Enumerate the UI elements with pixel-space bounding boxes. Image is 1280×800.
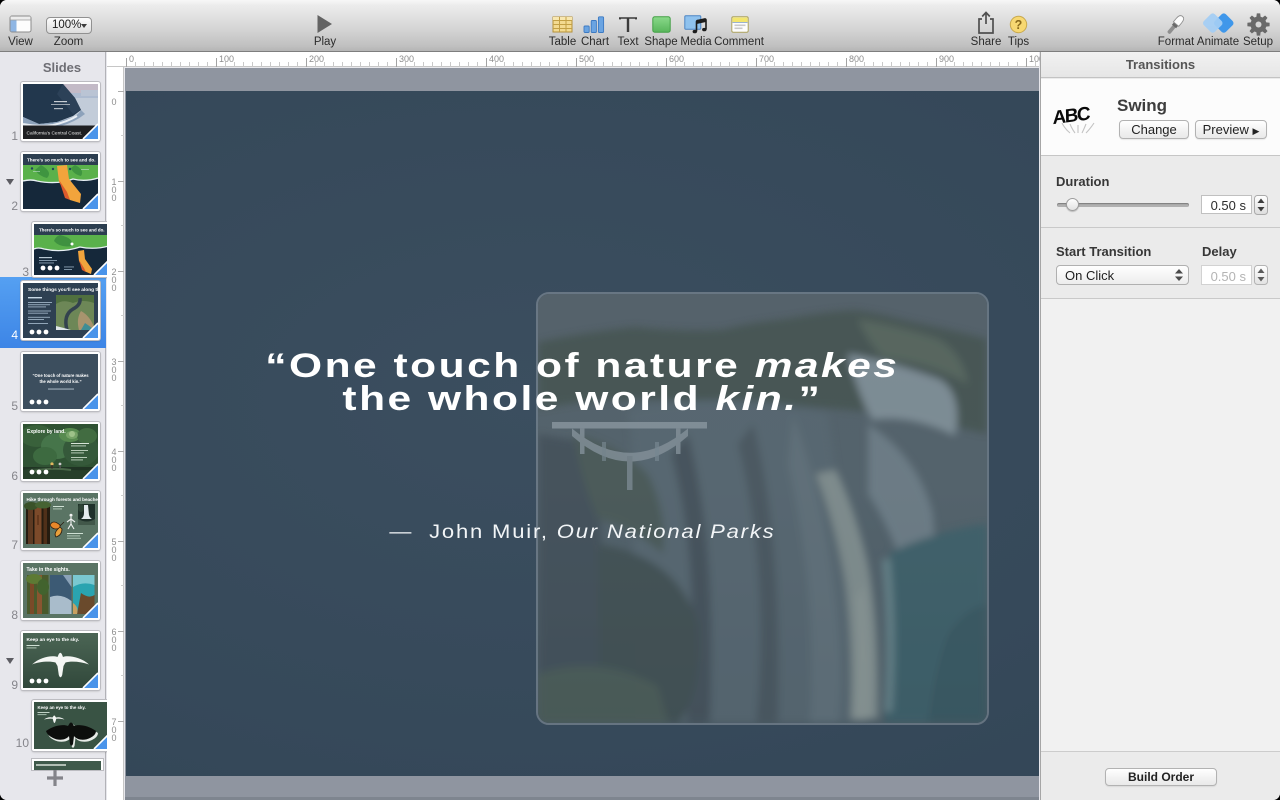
svg-text:Take in the sights.: Take in the sights. (27, 567, 71, 573)
svg-text:There’s so much to see and do.: There’s so much to see and do. (27, 158, 96, 163)
svg-text:Keep an eye to the sky.: Keep an eye to the sky. (27, 637, 80, 643)
svg-text:the whole world kin.”: the whole world kin.” (39, 379, 81, 384)
svg-text:Explore by land.: Explore by land. (27, 429, 66, 435)
svg-text:“One touch of nature makes: “One touch of nature makes (32, 373, 89, 378)
svg-text:Hike through forests and beach: Hike through forests and beaches (27, 497, 99, 502)
svg-text:California’s Central Coast.: California’s Central Coast. (27, 131, 83, 137)
svg-text:Keep an eye to the sky.: Keep an eye to the sky. (38, 705, 86, 710)
svg-text:There’s so much to see and do.: There’s so much to see and do. (39, 228, 104, 233)
svg-text:Some things you’ll see along t: Some things you’ll see along the way. (28, 287, 98, 293)
svg-text:?: ? (1015, 18, 1023, 32)
